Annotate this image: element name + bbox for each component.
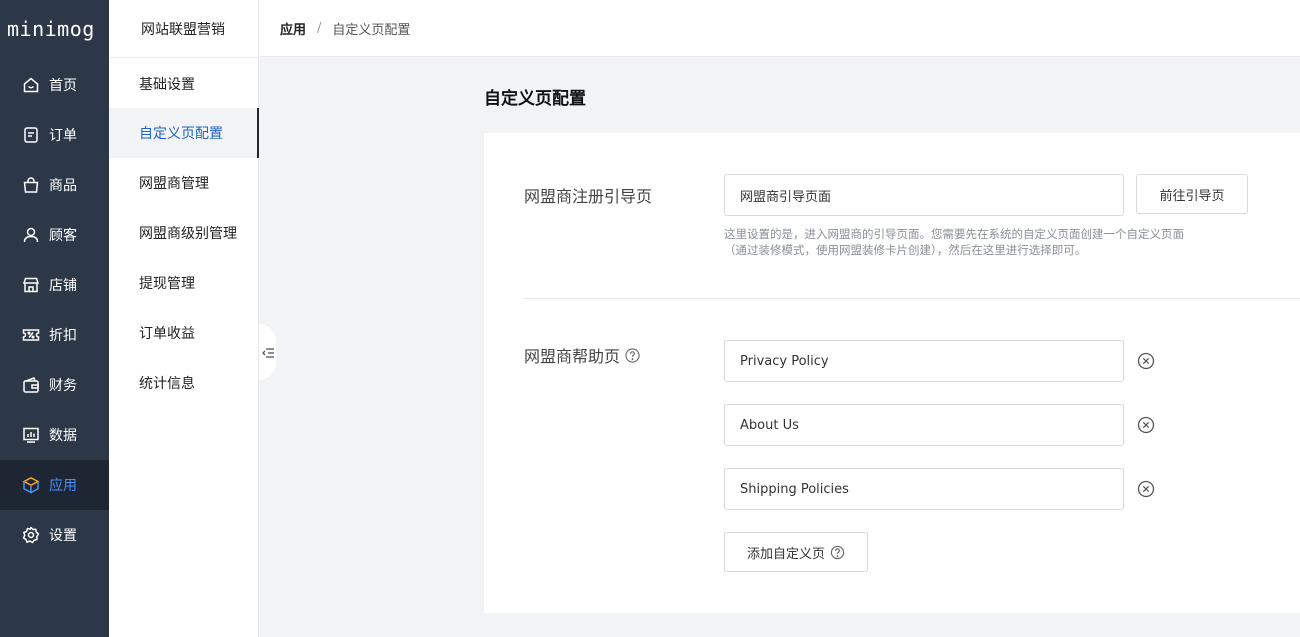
- nav-label: 商品: [49, 178, 77, 194]
- remove-circle-icon[interactable]: [1137, 416, 1155, 434]
- nav-label: 折扣: [49, 328, 77, 344]
- topbar: 应用 / 自定义页配置: [259, 0, 1300, 57]
- user-icon: [22, 226, 40, 244]
- breadcrumb-current: 自定义页配置: [332, 22, 411, 38]
- nav-label: 订单: [49, 128, 77, 144]
- remove-circle-icon[interactable]: [1137, 352, 1155, 370]
- register-guide-label: 网盟商注册引导页: [524, 187, 653, 206]
- wallet-icon: [22, 376, 40, 394]
- nav-item-finance[interactable]: 财务: [0, 360, 109, 410]
- nav-label: 顾客: [49, 228, 77, 244]
- breadcrumb-root[interactable]: 应用: [280, 19, 306, 38]
- cube-icon: [22, 476, 40, 494]
- subnav-item-basic-settings[interactable]: 基础设置: [109, 59, 259, 109]
- logo[interactable]: minimog: [0, 0, 109, 58]
- nav-label: 财务: [49, 378, 77, 394]
- help-pages-label: 网盟商帮助页: [524, 343, 640, 367]
- help-page-field[interactable]: Shipping Policies: [724, 468, 1124, 510]
- page-title: 自定义页配置: [484, 89, 586, 109]
- nav-item-discount[interactable]: 折扣: [0, 310, 109, 360]
- collapse-sidebar-button[interactable]: [259, 324, 276, 380]
- collapse-icon: [261, 343, 274, 362]
- register-guide-select[interactable]: 网盟商引导页面: [724, 174, 1124, 216]
- gear-icon: [22, 526, 40, 544]
- nav-item-apps[interactable]: 应用: [0, 460, 109, 510]
- subnav-item-withdrawals[interactable]: 提现管理: [109, 258, 259, 308]
- store-icon: [22, 276, 40, 294]
- nav-item-home[interactable]: 首页: [0, 60, 109, 110]
- go-to-guide-button[interactable]: 前往引导页: [1136, 174, 1248, 214]
- discount-icon: [22, 326, 40, 344]
- home-icon: [22, 76, 40, 94]
- help-page-field[interactable]: Privacy Policy: [724, 340, 1124, 382]
- section-divider: [523, 298, 1300, 299]
- remove-circle-icon[interactable]: [1137, 480, 1155, 498]
- subnav-item-statistics[interactable]: 统计信息: [109, 358, 259, 408]
- question-icon[interactable]: [625, 347, 640, 363]
- nav-item-products[interactable]: 商品: [0, 160, 109, 210]
- nav-item-customers[interactable]: 顾客: [0, 210, 109, 260]
- main-nav: minimog 首页 订单 商品 顾客 店铺 折扣 财务 数据 应用 设置: [0, 0, 109, 637]
- register-guide-hint: 这里设置的是，进入网盟商的引导页面。您需要先在系统的自定义页面创建一个自定义页面…: [724, 227, 1184, 257]
- bag-icon: [22, 176, 40, 194]
- nav-item-data[interactable]: 数据: [0, 410, 109, 460]
- chart-icon: [22, 426, 40, 444]
- subnav-item-custom-pages[interactable]: 自定义页配置: [109, 108, 259, 158]
- nav-label: 设置: [49, 528, 77, 544]
- help-page-field[interactable]: About Us: [724, 404, 1124, 446]
- nav-label: 应用: [49, 478, 77, 494]
- add-custom-page-button[interactable]: 添加自定义页: [724, 532, 868, 572]
- config-card: 网盟商注册引导页 网盟商引导页面 前往引导页 这里设置的是，进入网盟商的引导页面…: [484, 133, 1300, 613]
- nav-item-settings[interactable]: 设置: [0, 510, 109, 560]
- subnav-item-affiliate-management[interactable]: 网盟商管理: [109, 158, 259, 208]
- subnav-title: 网站联盟营销: [109, 0, 258, 58]
- sub-sidebar: 网站联盟营销 基础设置 自定义页配置 网盟商管理 网盟商级别管理 提现管理 订单…: [109, 0, 259, 637]
- order-icon: [22, 126, 40, 144]
- question-icon: [830, 545, 845, 560]
- nav-label: 店铺: [49, 278, 77, 294]
- nav-label: 数据: [49, 428, 77, 444]
- subnav-item-order-earnings[interactable]: 订单收益: [109, 308, 259, 358]
- subnav-item-affiliate-levels[interactable]: 网盟商级别管理: [109, 208, 259, 258]
- nav-item-store[interactable]: 店铺: [0, 260, 109, 310]
- nav-label: 首页: [49, 78, 77, 94]
- breadcrumb-separator: /: [317, 20, 322, 36]
- nav-item-orders[interactable]: 订单: [0, 110, 109, 160]
